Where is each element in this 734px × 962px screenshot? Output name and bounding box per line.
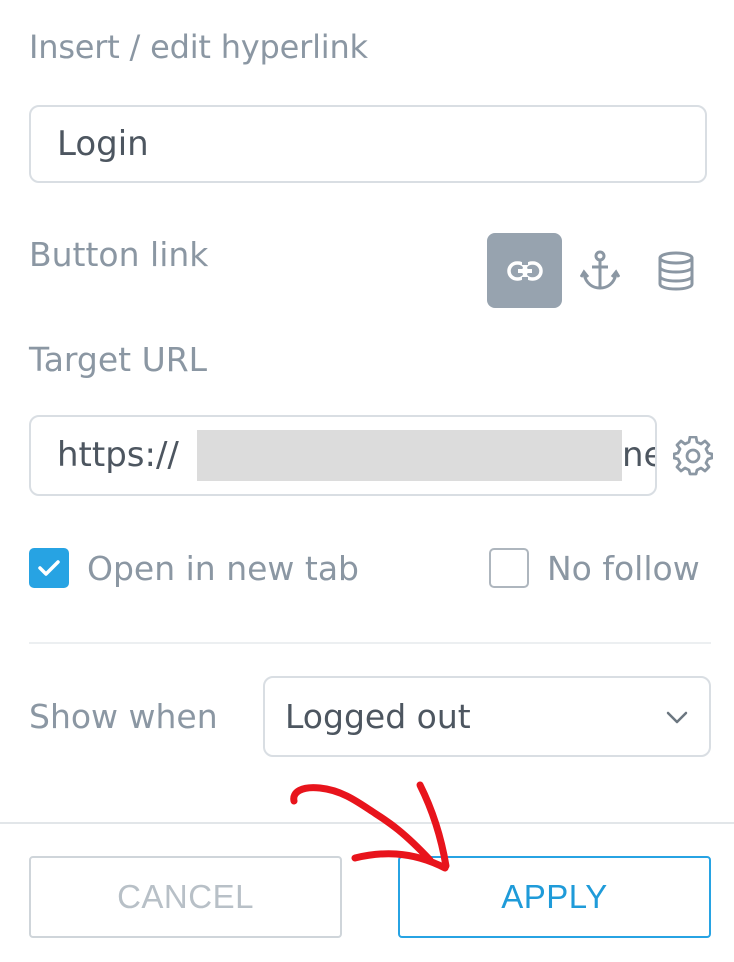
- target-url-value: https://: [57, 435, 179, 475]
- button-link-label: Button link: [29, 235, 209, 274]
- footer-divider: [0, 822, 734, 824]
- anchor-link-type-button[interactable]: [562, 233, 638, 308]
- checkmark-icon: [38, 560, 60, 576]
- apply-button[interactable]: APPLY: [398, 856, 711, 938]
- open-in-new-tab-checkbox[interactable]: [29, 548, 69, 588]
- url-link-type-button[interactable]: [487, 233, 562, 308]
- anchor-icon: [580, 250, 620, 290]
- link-text-input[interactable]: [29, 105, 707, 183]
- no-follow-label: No follow: [547, 548, 700, 588]
- target-url-input[interactable]: https:// ne:: [29, 415, 657, 496]
- chevron-down-icon: [666, 711, 688, 724]
- dialog-title: Insert / edit hyperlink: [29, 28, 368, 66]
- cancel-button[interactable]: CANCEL: [29, 856, 342, 938]
- open-in-new-tab-label: Open in new tab: [87, 548, 360, 588]
- target-url-label: Target URL: [29, 340, 208, 379]
- show-when-select[interactable]: Logged out: [263, 676, 711, 757]
- show-when-label: Show when: [29, 697, 218, 736]
- url-settings-button[interactable]: [672, 435, 714, 476]
- link-type-selector: [487, 233, 714, 308]
- gear-icon: [672, 435, 714, 476]
- section-divider: [29, 642, 711, 644]
- open-in-new-tab-option[interactable]: Open in new tab: [29, 548, 359, 588]
- link-icon: [506, 259, 543, 282]
- data-link-type-button[interactable]: [638, 233, 714, 308]
- no-follow-checkbox[interactable]: [489, 548, 529, 588]
- target-url-tail: ne:: [622, 435, 655, 475]
- show-when-selected-value: Logged out: [285, 697, 471, 736]
- redacted-url-segment: [197, 430, 622, 481]
- database-icon: [658, 251, 694, 291]
- no-follow-option[interactable]: No follow: [489, 548, 700, 588]
